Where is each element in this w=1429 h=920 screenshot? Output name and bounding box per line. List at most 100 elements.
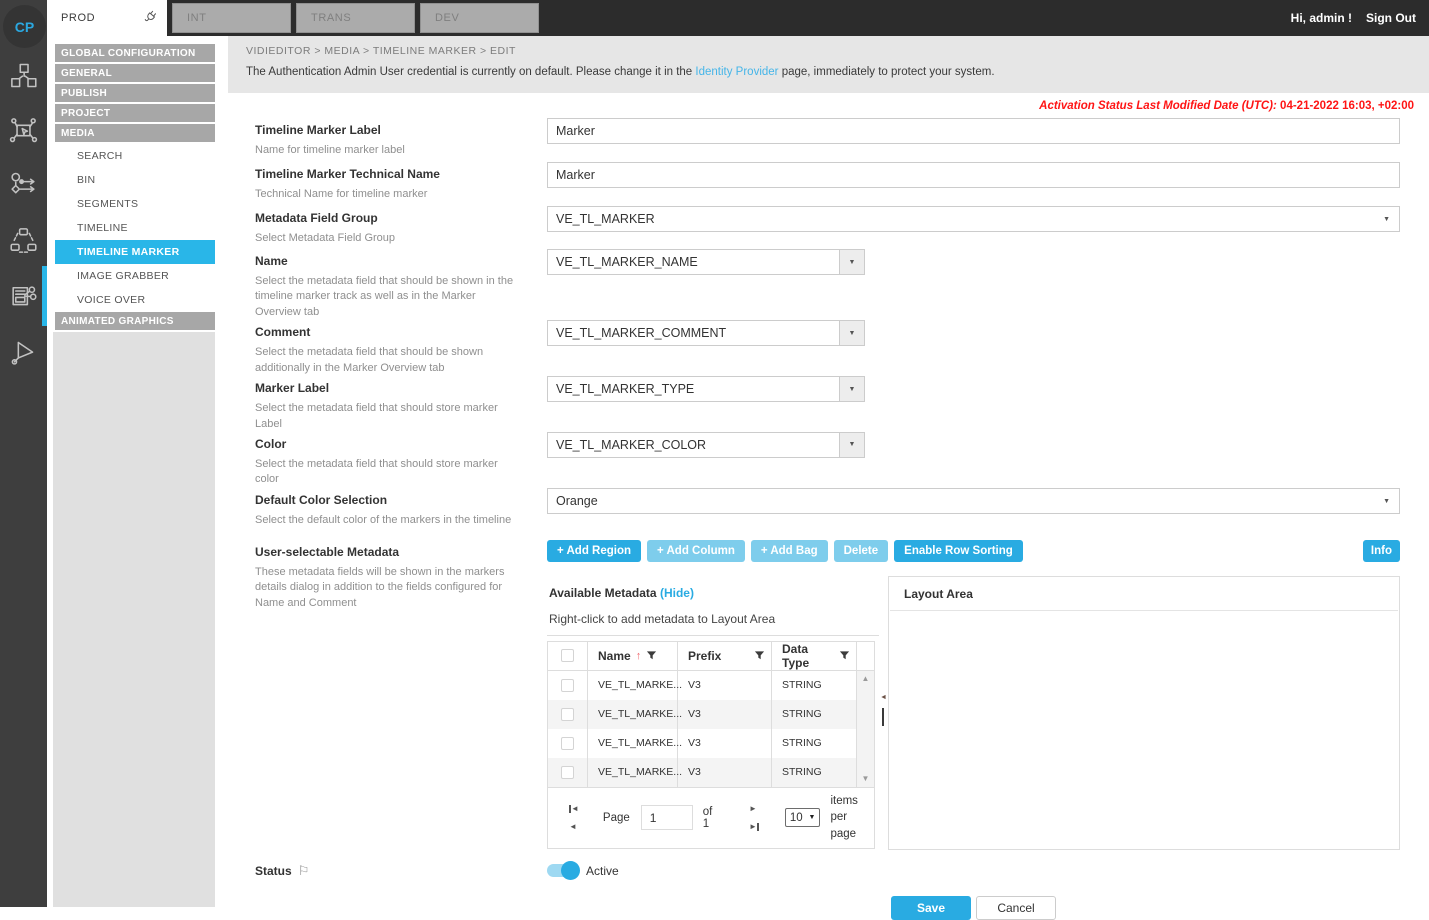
scroll-down-icon[interactable]: ▼ [862,775,870,783]
row-checkbox[interactable] [561,766,574,779]
interactive-monitor-icon[interactable] [8,115,39,146]
header-band: VIDIEDITOR > MEDIA > TIMELINE MARKER > E… [228,36,1429,93]
table-header-row: Name ↑ Prefix Data Type [548,642,874,671]
column-header-name[interactable]: Name [598,649,631,663]
row-checkbox[interactable] [561,679,574,692]
identity-provider-link[interactable]: Identity Provider [695,66,778,78]
metadata-toolbar: + Add Region + Add Column + Add Bag Dele… [547,540,1400,562]
field-label: Name [255,254,547,268]
sidebar-item-timeline-marker[interactable]: TIMELINE MARKER [55,240,215,264]
field-help: Select Metadata Field Group [255,231,523,246]
page-number-input[interactable] [641,805,693,830]
filter-icon[interactable] [646,650,657,661]
table-row[interactable]: VE_TL_MARKE... V3 STRING ▼ [548,758,874,787]
add-column-button[interactable]: + Add Column [647,540,745,562]
field-help: These metadata fields will be shown in t… [255,565,523,611]
technical-name-input[interactable] [547,162,1400,188]
row-checkbox[interactable] [561,737,574,750]
sidebar-item-media[interactable]: MEDIA [55,124,215,142]
tab-int[interactable]: INT [172,3,291,33]
color-field-select[interactable]: VE_TL_MARKER_COLOR ▼ [547,432,865,458]
enable-row-sorting-button[interactable]: Enable Row Sorting [894,540,1023,562]
row-checkbox[interactable] [561,708,574,721]
sync-modules-icon[interactable] [8,225,39,256]
first-page-button[interactable]: ◄ [569,805,579,813]
collapse-left-icon[interactable]: ◄ [880,694,887,701]
column-header-prefix[interactable]: Prefix [688,649,721,663]
page-size-select[interactable]: 10 ▼ [785,808,821,827]
sort-ascending-icon: ↑ [636,650,642,662]
top-bar: PROD INT TRANS DEV Hi, admin ! Sign Out [0,0,1429,36]
modules-icon[interactable] [8,60,39,91]
metadata-panels: Available Metadata (Hide) Right-click to… [547,576,1400,850]
sidebar-item-segments[interactable]: SEGMENTS [47,192,215,216]
field-label: Timeline Marker Technical Name [255,167,547,181]
filter-icon[interactable] [754,650,765,661]
tab-prod-label: PROD [61,12,95,24]
right-click-hint: Right-click to add metadata to Layout Ar… [547,600,879,636]
cancel-button[interactable]: Cancel [976,896,1056,920]
chevron-down-icon: ▼ [1383,498,1390,505]
add-region-button[interactable]: + Add Region [547,540,641,562]
workflow-icon[interactable] [8,170,39,201]
config-sidebar: GLOBAL CONFIGURATION GENERAL PUBLISH PRO… [47,36,215,907]
marker-label-field-select[interactable]: VE_TL_MARKER_TYPE ▼ [547,376,865,402]
sidebar-item-timeline[interactable]: TIMELINE [47,216,215,240]
default-color-select[interactable]: Orange ▼ [547,488,1400,514]
add-bag-button[interactable]: + Add Bag [751,540,828,562]
sidebar-item-voice-over[interactable]: VOICE OVER [47,288,215,312]
auth-warning: The Authentication Admin User credential… [246,66,1415,78]
field-help: Select the default color of the markers … [255,513,523,528]
sidebar-item-publish[interactable]: PUBLISH [55,84,215,102]
layout-area-panel[interactable]: Layout Area [888,576,1400,850]
sidebar-item-bin[interactable]: BIN [47,168,215,192]
toggle-knob[interactable] [561,861,580,880]
chevron-down-icon: ▼ [809,814,816,821]
sidebar-item-image-grabber[interactable]: IMAGE GRABBER [47,264,215,288]
field-label: User-selectable Metadata [255,545,547,559]
cp-logo: CP [3,5,46,48]
metadata-field-group-select[interactable]: VE_TL_MARKER ▼ [547,206,1400,232]
info-button[interactable]: Info [1363,540,1400,562]
sign-out-link[interactable]: Sign Out [1366,11,1416,25]
column-header-data-type[interactable]: Data Type [782,642,834,670]
sidebar-item-search[interactable]: SEARCH [47,144,215,168]
scroll-up-icon[interactable]: ▲ [862,675,870,683]
animated-graphics-icon[interactable] [8,336,39,367]
sidebar-item-animated-graphics[interactable]: ANIMATED GRAPHICS [55,312,215,330]
save-button[interactable]: Save [891,896,971,920]
delete-button[interactable]: Delete [834,540,889,562]
timeline-marker-label-input[interactable] [547,118,1400,144]
tab-prod[interactable]: PROD [47,0,167,36]
sidebar-item-general[interactable]: GENERAL [55,64,215,82]
next-page-button[interactable]: ► [749,805,759,813]
chevron-down-icon[interactable]: ▼ [839,321,864,345]
chevron-down-icon[interactable]: ▼ [839,377,864,401]
name-field-select[interactable]: VE_TL_MARKER_NAME ▼ [547,249,865,275]
table-row[interactable]: VE_TL_MARKE... V3 STRING [548,729,874,758]
media-editor-icon[interactable] [8,280,39,311]
table-row[interactable]: VE_TL_MARKE... V3 STRING [548,700,874,729]
comment-field-select[interactable]: VE_TL_MARKER_COMMENT ▼ [547,320,865,346]
panel-splitter[interactable]: ◄ [879,576,888,850]
splitter-handle[interactable] [882,708,884,726]
filter-icon[interactable] [839,650,850,661]
status-toggle[interactable] [547,864,577,877]
table-row[interactable]: VE_TL_MARKE... V3 STRING ▲ [548,671,874,700]
chevron-down-icon[interactable]: ▼ [839,250,864,274]
sidebar-item-project[interactable]: PROJECT [55,104,215,122]
tab-trans[interactable]: TRANS [296,3,415,33]
select-all-checkbox[interactable] [561,649,574,662]
user-greeting: Hi, admin ! [1291,11,1352,25]
last-page-button[interactable]: ► [749,823,759,831]
activation-status-line: Activation Status Last Modified Date (UT… [215,93,1429,112]
chevron-down-icon[interactable]: ▼ [839,433,864,457]
field-label: Timeline Marker Label [255,123,547,137]
previous-page-button[interactable]: ◄ [569,823,579,831]
available-metadata-title: Available Metadata (Hide) [547,576,879,600]
hide-link[interactable]: (Hide) [660,586,694,600]
chevron-down-icon: ▼ [1383,216,1390,223]
sidebar-item-global-configuration[interactable]: GLOBAL CONFIGURATION [55,44,215,62]
tab-dev[interactable]: DEV [420,3,539,33]
sidebar-filler [53,332,215,907]
